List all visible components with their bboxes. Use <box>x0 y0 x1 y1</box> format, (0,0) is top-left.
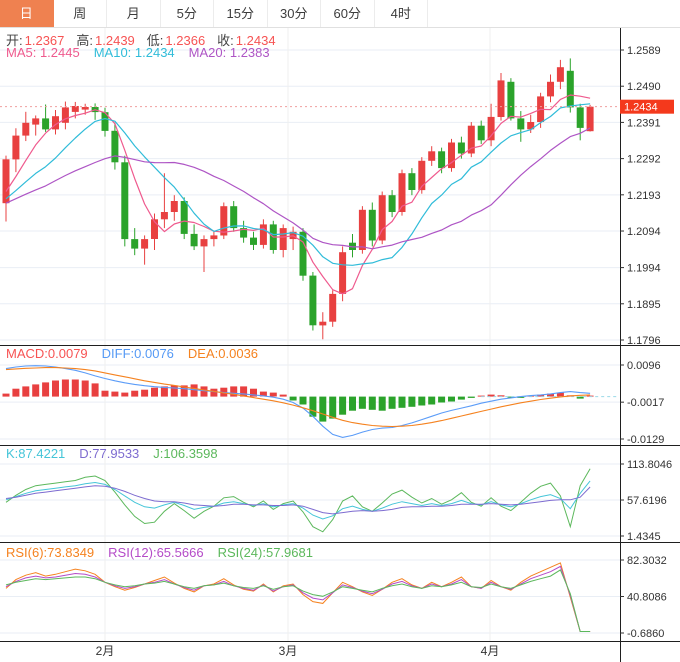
tab-30min[interactable]: 30分 <box>268 0 321 27</box>
diff-value: DIFF:0.0076 <box>101 346 174 361</box>
d-value: D:77.9533 <box>79 446 140 461</box>
ma-row: MA5: 1.2445 MA10: 1.2434 MA20: 1.2383 <box>6 45 284 60</box>
macd-bar <box>388 396 396 409</box>
macd-bar <box>200 386 208 397</box>
rsi12-value: RSI(12):65.5666 <box>108 545 204 560</box>
axis-label: 1.1796 <box>627 335 661 347</box>
macd-value: MACD:0.0079 <box>6 346 88 361</box>
rsi6-line <box>5 562 591 632</box>
timeframe-tabbar: 日 周 月 5分 15分 30分 60分 4时 <box>0 0 680 28</box>
tab-month[interactable]: 月 <box>107 0 161 27</box>
macd-bar <box>398 396 406 408</box>
j-value: J:106.3598 <box>153 446 218 461</box>
rsi-row: RSI(6):73.8349 RSI(12):65.5666 RSI(24):57.… <box>6 545 327 560</box>
axis-label: 1.2292 <box>627 154 661 166</box>
axis-label: 1.2193 <box>627 190 661 202</box>
macd-bar <box>408 396 416 407</box>
macd-bar <box>349 396 356 411</box>
macd-bar <box>457 396 465 400</box>
macd-bar <box>170 385 178 397</box>
macd-bar <box>289 396 297 401</box>
macd-bar <box>368 396 376 410</box>
axis-label: 113.8046 <box>627 459 672 471</box>
macd-bar <box>111 391 119 397</box>
axis-label: 57.6196 <box>627 495 667 507</box>
dea-value: DEA:0.0036 <box>187 346 259 361</box>
macd-bar <box>141 389 149 397</box>
axis-label: 40.8086 <box>627 592 667 604</box>
macd-bar <box>2 393 10 397</box>
diff-line <box>5 365 591 438</box>
macd-bar <box>71 379 79 397</box>
tab-day[interactable]: 日 <box>0 0 54 27</box>
chart-svg[interactable]: 1.2589 1.2490 1.2391 1.2292 1.2193 1.2094 1.19… <box>0 0 680 662</box>
macd-bar <box>121 392 129 397</box>
macd-bar <box>428 396 436 405</box>
macd-bar <box>329 396 337 419</box>
tab-5min[interactable]: 5分 <box>161 0 214 27</box>
macd-bar <box>91 383 99 397</box>
ma5-value: MA5: 1.2445 <box>6 45 80 60</box>
macd-bar <box>52 380 59 397</box>
tab-4hour[interactable]: 4时 <box>375 0 428 27</box>
macd-bar <box>210 388 218 397</box>
axis-label: 0.0096 <box>627 360 661 372</box>
macd-bar <box>32 384 40 397</box>
dea-line <box>5 367 591 428</box>
macd-bar <box>42 382 50 397</box>
macd-bar <box>467 396 475 398</box>
candlestick-layer <box>2 58 594 340</box>
axis-label: 82.3032 <box>627 555 667 567</box>
macd-bar <box>279 394 287 397</box>
axis-label: -0.6860 <box>627 628 664 640</box>
ma10-value: MA10: 1.2434 <box>93 45 175 60</box>
current-price-tag-label: 1.2434 <box>624 102 658 114</box>
macd-bar <box>269 392 277 397</box>
macd-bar <box>131 390 139 397</box>
rsi24-line <box>5 569 591 632</box>
macd-bar <box>81 380 89 397</box>
macd-bar <box>319 396 327 422</box>
k-value: K:87.4221 <box>6 446 66 461</box>
tab-week[interactable]: 周 <box>54 0 107 27</box>
axis-label: 1.2391 <box>627 117 661 129</box>
axis-label: -0.0017 <box>627 397 664 409</box>
macd-bar <box>22 386 30 397</box>
axis-label: 1.2589 <box>627 45 661 57</box>
kdj-row: K:87.4221 D:77.9533 J:106.3598 <box>6 446 232 461</box>
macd-bar <box>61 379 69 397</box>
macd-bar <box>12 388 20 397</box>
rsi12-line <box>5 565 591 632</box>
macd-bar <box>299 396 307 405</box>
rsi24-value: RSI(24):57.9681 <box>217 545 313 560</box>
ma10-line <box>5 103 591 266</box>
tab-15min[interactable]: 15分 <box>214 0 268 27</box>
tab-60min[interactable]: 60分 <box>321 0 375 27</box>
macd-bar <box>438 396 446 403</box>
trading-chart-app: 日 周 月 5分 15分 30分 60分 4时 1.2589 1.2490 1.23… <box>0 0 680 662</box>
month-label: 2月 <box>96 644 115 658</box>
macd-bar <box>418 396 426 406</box>
macd-bar <box>151 387 158 397</box>
axis-label: -0.0129 <box>627 434 664 446</box>
macd-bar <box>378 396 386 411</box>
macd-bar <box>339 396 347 415</box>
axis-label: 1.1994 <box>627 263 661 275</box>
ma20-value: MA20: 1.2383 <box>188 45 270 60</box>
macd-row: MACD:0.0079 DIFF:0.0076 DEA:0.0036 <box>6 346 272 361</box>
axis-label: 1.1895 <box>627 299 661 311</box>
month-label: 3月 <box>279 644 298 658</box>
macd-bar <box>448 396 455 402</box>
month-label: 4月 <box>481 644 500 658</box>
macd-bar <box>101 390 109 397</box>
axis-label: 1.2490 <box>627 81 661 93</box>
axis-label: 1.2094 <box>627 226 661 238</box>
macd-bar <box>358 396 366 409</box>
rsi6-value: RSI(6):73.8349 <box>6 545 95 560</box>
axis-label: 1.4345 <box>627 531 661 543</box>
